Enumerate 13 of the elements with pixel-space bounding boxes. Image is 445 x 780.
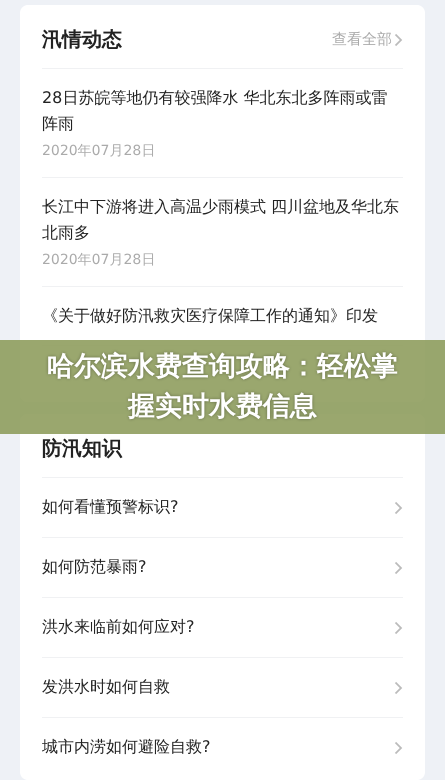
knowledge-list-item[interactable]: 洪水来临前如何应对? xyxy=(42,598,403,658)
knowledge-list-item[interactable]: 城市内涝如何避险自救? xyxy=(42,718,403,778)
news-title-link[interactable]: 28日苏皖等地仍有较强降水 华北东北多阵雨或雷阵雨 xyxy=(42,85,403,137)
news-title-link[interactable]: 长江中下游将进入高温少雨模式 四川盆地及华北东北雨多 xyxy=(42,194,403,246)
news-date: 2020年07月28日 xyxy=(42,251,156,270)
banner-title: 哈尔滨水费查询攻略：轻松掌握实时水费信息 xyxy=(46,350,399,424)
section-title: 汛情动态 xyxy=(42,26,122,53)
news-date: 2020年07月28日 xyxy=(42,142,156,161)
section-title: 防汛知识 xyxy=(42,435,122,462)
knowledge-list-item[interactable]: 如何防范暴雨? xyxy=(42,538,403,598)
knowledge-list-item[interactable]: 发洪水时如何自救 xyxy=(42,658,403,718)
news-title-link[interactable]: 《关于做好防汛救灾医疗保障工作的通知》印发 xyxy=(42,303,403,329)
knowledge-list-item[interactable]: 如何看懂预警标识? xyxy=(42,478,403,538)
